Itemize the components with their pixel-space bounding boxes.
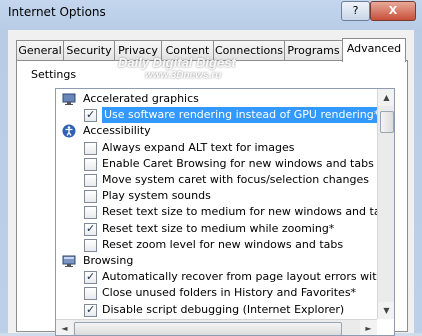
internet-options-window: Internet Options ? X General Security Pr… <box>0 0 422 336</box>
setting-label: Move system caret with focus/selection c… <box>102 173 369 186</box>
setting-label: Reset zoom level for new windows and tab… <box>102 237 344 251</box>
setting-label: Play system sounds <box>102 189 211 203</box>
window-title: Internet Options <box>8 5 106 19</box>
setting-checkbox[interactable] <box>84 269 97 285</box>
setting-label: Disable script debugging (Internet Explo… <box>102 302 345 316</box>
setting-checkbox[interactable] <box>84 174 97 187</box>
category-label: Accelerated graphics <box>83 92 199 105</box>
monitor-icon <box>62 92 76 106</box>
vertical-scroll-thumb[interactable] <box>380 111 394 133</box>
setting-checkbox[interactable] <box>84 190 97 204</box>
setting-label: Always expand ALT text for images <box>102 140 295 154</box>
tab-security[interactable]: Security <box>63 40 115 60</box>
scroll-up-arrow-icon[interactable]: ▲ <box>378 89 394 106</box>
scroll-down-arrow-icon[interactable]: ▼ <box>378 302 394 319</box>
setting-checkbox[interactable] <box>84 206 97 220</box>
dialog-client: General Security Privacy Content Connect… <box>8 30 414 336</box>
setting-checkbox[interactable] <box>84 157 97 171</box>
category-label: Browsing <box>83 254 134 267</box>
tab-connections[interactable]: Connections <box>213 40 285 60</box>
tab-content[interactable]: Content <box>161 40 214 60</box>
advanced-panel: Settings Accelerated graphics Use softwar… <box>16 60 408 336</box>
setting-label: Automatically recover from page layout e… <box>102 270 395 284</box>
setting-checkbox[interactable] <box>84 302 97 318</box>
settings-tree: Accelerated graphics Use software renderi… <box>55 88 395 336</box>
setting-label: Enable Caret Browsing for new windows an… <box>102 156 374 170</box>
close-button[interactable]: X <box>370 1 416 21</box>
scroll-right-arrow-icon[interactable]: ► <box>360 320 377 335</box>
category-label: Accessibility <box>83 124 151 138</box>
setting-label: Use software rendering instead of GPU re… <box>102 107 382 124</box>
setting-label: Close unused folders in History and Favo… <box>102 286 357 300</box>
tab-privacy[interactable]: Privacy <box>114 40 162 60</box>
tab-advanced[interactable]: Advanced <box>342 38 406 62</box>
setting-label: Reset text size to medium while zooming* <box>102 221 335 235</box>
setting-label: Reset text size to medium for new window… <box>102 205 394 219</box>
setting-checkbox[interactable] <box>84 221 97 237</box>
browsing-icon <box>62 254 76 268</box>
vertical-scrollbar[interactable]: ▲ ▼ <box>377 89 394 319</box>
setting-checkbox[interactable] <box>84 141 97 155</box>
tab-general[interactable]: General <box>16 40 64 60</box>
horizontal-scroll-thumb[interactable] <box>74 322 342 335</box>
help-button[interactable]: ? <box>341 1 370 21</box>
setting-checkbox[interactable] <box>84 287 97 301</box>
scroll-left-arrow-icon[interactable]: ◄ <box>56 320 73 335</box>
setting-checkbox[interactable] <box>84 238 97 252</box>
tab-programs[interactable]: Programs <box>284 40 343 60</box>
settings-label: Settings <box>31 68 77 81</box>
accessibility-icon <box>62 124 76 138</box>
horizontal-scrollbar[interactable]: ◄ ► <box>56 319 377 335</box>
setting-checkbox[interactable] <box>84 107 97 123</box>
